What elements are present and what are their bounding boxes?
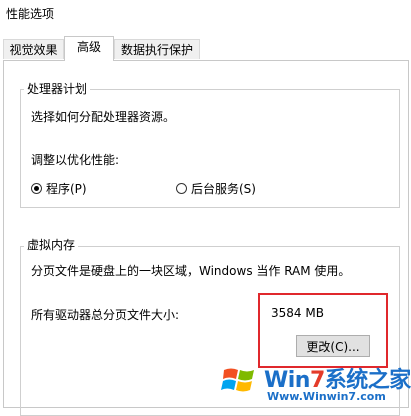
tab-strip: 视觉效果 高级 数据执行保护: [0, 36, 411, 61]
title-bar: 性能选项: [0, 0, 411, 30]
virtual-memory-title: 虚拟内存: [24, 236, 79, 253]
tab-label: 视觉效果: [9, 43, 58, 57]
radio-checked-icon: [31, 182, 42, 194]
processor-description: 选择如何分配处理器资源。: [31, 110, 176, 124]
paging-file-description: 分页文件是硬盘上的一块区域，Windows 当作 RAM 使用。: [31, 264, 351, 278]
tab-visual-effects[interactable]: 视觉效果: [3, 39, 64, 59]
radio-programs[interactable]: 程序(P): [31, 180, 87, 196]
tab-advanced[interactable]: 高级: [64, 36, 114, 61]
radio-background-services-label: 后台服务(S): [191, 181, 256, 196]
window-title: 性能选项: [6, 7, 55, 21]
tab-label: 高级: [76, 40, 101, 54]
total-paging-size-value: 3584 MB: [271, 306, 324, 320]
radio-unchecked-icon: [176, 182, 187, 194]
site-watermark: Win7系统之家 Www.Winwin7.com: [220, 360, 411, 408]
radio-background-services[interactable]: 后台服务(S): [176, 180, 256, 196]
change-virtual-memory-button[interactable]: 更改(C)...: [296, 335, 370, 357]
total-paging-size-label: 所有驱动器总分页文件大小:: [31, 308, 180, 322]
tab-data-execution-prevention[interactable]: 数据执行保护: [114, 39, 200, 59]
windows-logo-icon: [221, 368, 254, 392]
adjust-for-label: 调整以优化性能:: [31, 153, 120, 167]
radio-programs-label: 程序(P): [46, 181, 87, 196]
tab-label: 数据执行保护: [120, 43, 193, 57]
processor-scheduling-title: 处理器计划: [24, 80, 91, 97]
watermark-url: Www.Winwin7.com: [267, 390, 386, 403]
